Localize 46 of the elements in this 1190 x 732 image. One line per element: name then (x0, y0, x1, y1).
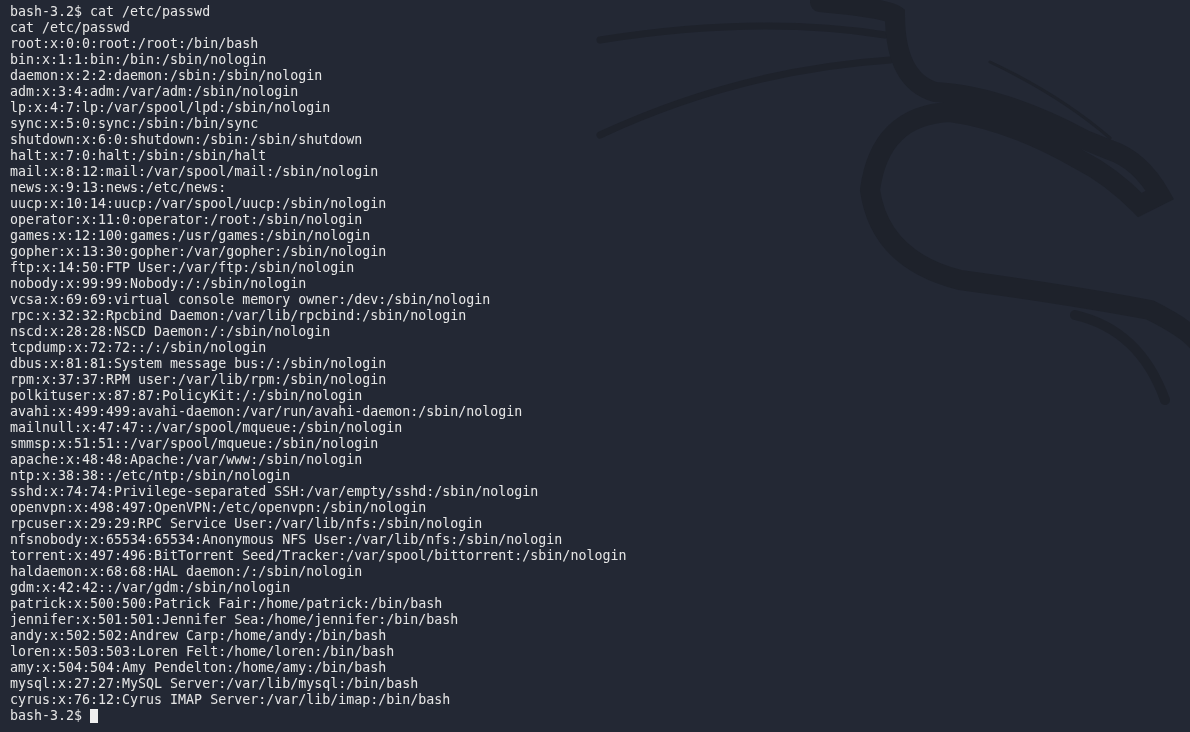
terminal-line: openvpn:x:498:497:OpenVPN:/etc/openvpn:/sbin/nologin (10, 500, 427, 516)
terminal-line: games:x:12:100:games:/usr/games:/sbin/nologin (10, 228, 371, 244)
terminal-line: smmsp:x:51:51::/var/spool/mqueue:/sbin/nologin (10, 436, 379, 452)
terminal-line: rpm:x:37:37:RPM user:/var/lib/rpm:/sbin/nologin (10, 372, 387, 388)
terminal-line: root:x:0:0:root:/root:/bin/bash (10, 36, 259, 52)
terminal-line: uucp:x:10:14:uucp:/var/spool/uucp:/sbin/nologin (10, 196, 387, 212)
terminal-line: bash-3.2$ cat /etc/passwd (10, 4, 211, 20)
terminal-line: patrick:x:500:500:Patrick Fair:/home/patrick:/bin/bash (10, 596, 443, 612)
terminal-line: cat /etc/passwd (10, 20, 131, 36)
terminal-line: jennifer:x:501:501:Jennifer Sea:/home/jennifer:/bin/bash (10, 612, 459, 628)
terminal-line: cyrus:x:76:12:Cyrus IMAP Server:/var/lib/imap:/bin/bash (10, 692, 451, 708)
terminal-line: nobody:x:99:99:Nobody:/:/sbin/nologin (10, 276, 307, 292)
terminal-line: sync:x:5:0:sync:/sbin:/bin/sync (10, 116, 259, 132)
terminal-line: nfsnobody:x:65534:65534:Anonymous NFS User:/var/lib/nfs:/sbin/nologin (10, 532, 563, 548)
terminal-line: news:x:9:13:news:/etc/news: (10, 180, 227, 196)
terminal-line: rpc:x:32:32:Rpcbind Daemon:/var/lib/rpcbind:/sbin/nologin (10, 308, 467, 324)
terminal-line: apache:x:48:48:Apache:/var/www:/sbin/nologin (10, 452, 363, 468)
terminal-line: tcpdump:x:72:72::/:/sbin/nologin (10, 340, 267, 356)
terminal-line: bin:x:1:1:bin:/bin:/sbin/nologin (10, 52, 267, 68)
terminal-line: andy:x:502:502:Andrew Carp:/home/andy:/bin/bash (10, 628, 387, 644)
terminal-line: haldaemon:x:68:68:HAL daemon:/:/sbin/nologin (10, 564, 363, 580)
terminal-line: ftp:x:14:50:FTP User:/var/ftp:/sbin/nologin (10, 260, 355, 276)
terminal-line: halt:x:7:0:halt:/sbin:/sbin/halt (10, 148, 267, 164)
terminal-line: polkituser:x:87:87:PolicyKit:/:/sbin/nologin (10, 388, 363, 404)
terminal-line: vcsa:x:69:69:virtual console memory owner:/dev:/sbin/nologin (10, 292, 491, 308)
terminal-line: shutdown:x:6:0:shutdown:/sbin:/sbin/shutdown (10, 132, 363, 148)
terminal-line: mailnull:x:47:47::/var/spool/mqueue:/sbin/nologin (10, 420, 403, 436)
terminal-line: torrent:x:497:496:BitTorrent Seed/Tracker:/var/spool/bittorrent:/sbin/nologin (10, 548, 627, 564)
terminal-line: avahi:x:499:499:avahi-daemon:/var/run/avahi-daemon:/sbin/nologin (10, 404, 523, 420)
terminal-line: loren:x:503:503:Loren Felt:/home/loren:/bin/bash (10, 644, 395, 660)
terminal-line: daemon:x:2:2:daemon:/sbin:/sbin/nologin (10, 68, 323, 84)
terminal-line: rpcuser:x:29:29:RPC Service User:/var/lib/nfs:/sbin/nologin (10, 516, 483, 532)
terminal-line: mysql:x:27:27:MySQL Server:/var/lib/mysql:/bin/bash (10, 676, 419, 692)
terminal-line: mail:x:8:12:mail:/var/spool/mail:/sbin/nologin (10, 164, 379, 180)
terminal-line: adm:x:3:4:adm:/var/adm:/sbin/nologin (10, 84, 299, 100)
terminal-line: dbus:x:81:81:System message bus:/:/sbin/nologin (10, 356, 387, 372)
terminal-line: gopher:x:13:30:gopher:/var/gopher:/sbin/nologin (10, 244, 387, 260)
terminal-line: sshd:x:74:74:Privilege-separated SSH:/var/empty/sshd:/sbin/nologin (10, 484, 539, 500)
text-cursor (90, 709, 99, 723)
terminal-line: operator:x:11:0:operator:/root:/sbin/nologin (10, 212, 363, 228)
terminal-line: amy:x:504:504:Amy Pendelton:/home/amy:/bin/bash (10, 660, 387, 676)
terminal-line: ntp:x:38:38::/etc/ntp:/sbin/nologin (10, 468, 291, 484)
terminal-line: gdm:x:42:42::/var/gdm:/sbin/nologin (10, 580, 291, 596)
shell-prompt: bash-3.2$ (10, 708, 83, 724)
terminal-line: nscd:x:28:28:NSCD Daemon:/:/sbin/nologin (10, 324, 331, 340)
terminal-line: lp:x:4:7:lp:/var/spool/lpd:/sbin/nologin (10, 100, 331, 116)
